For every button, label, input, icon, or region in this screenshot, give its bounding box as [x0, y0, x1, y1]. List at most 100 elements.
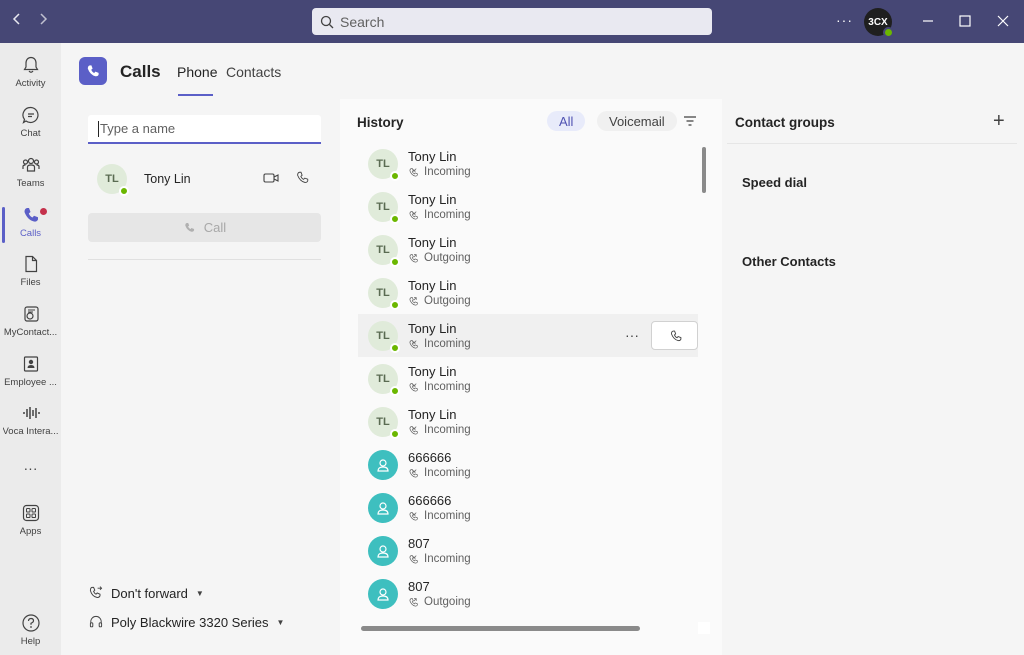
phone-icon [670, 330, 682, 341]
history-row[interactable]: TL Tony Lin Incoming ··· [358, 314, 698, 357]
caller-name: Tony Lin [408, 192, 457, 207]
avatar-initials: TL [105, 173, 119, 185]
presence-dot [390, 213, 400, 224]
audio-call-icon[interactable] [295, 170, 310, 190]
history-row[interactable]: TL Tony Lin Incoming [358, 185, 698, 228]
rail-more[interactable]: ··· [0, 451, 61, 499]
history-info: Tony Lin Incoming [408, 192, 471, 221]
history-info: 666666 Incoming [408, 493, 471, 522]
history-info: Tony Lin Outgoing [408, 235, 471, 264]
device-setting[interactable]: Poly Blackwire 3320 Series ▼ [88, 614, 284, 630]
group-other-contacts[interactable]: Other Contacts [742, 254, 836, 269]
search-icon [320, 15, 334, 28]
maximize-icon[interactable] [955, 11, 975, 31]
rail-mycontacts[interactable]: MyContact... [0, 298, 61, 346]
avatar-initials: TL [376, 372, 390, 385]
history-row[interactable]: 807 Incoming [358, 529, 698, 572]
filter-icon[interactable] [683, 114, 697, 132]
app-header: Calls Phone Contacts [61, 43, 1024, 99]
forward-arrow-icon[interactable] [34, 12, 52, 30]
history-list: TL Tony Lin Incoming TL Tony Lin Incoming TL To… [358, 142, 698, 632]
add-group-icon[interactable]: + [993, 110, 1005, 133]
history-row[interactable]: TL Tony Lin Incoming [358, 142, 698, 185]
rail-apps[interactable]: Apps [0, 497, 61, 545]
rail-teams[interactable]: Teams [0, 149, 61, 197]
video-call-icon[interactable] [263, 170, 279, 191]
presence-dot [883, 27, 894, 38]
filter-voicemail[interactable]: Voicemail [597, 111, 677, 131]
profile-avatar[interactable]: 3CX [864, 8, 894, 38]
call-status: Incoming [408, 381, 471, 393]
rail-calls[interactable]: Calls [0, 199, 61, 247]
call-label: Call [203, 220, 227, 235]
main-area: Calls Phone Contacts Type a name TL Tony… [61, 43, 1024, 655]
row-more-icon[interactable]: ··· [625, 327, 639, 343]
incoming-call-icon [409, 554, 418, 563]
incoming-call-icon [409, 382, 418, 391]
history-info: Tony Lin Incoming [408, 321, 471, 350]
call-status-label: Incoming [424, 467, 471, 479]
call-status: Outgoing [408, 295, 471, 307]
history-row[interactable]: TL Tony Lin Incoming [358, 400, 698, 443]
presence-dot [390, 299, 400, 310]
caller-name: Tony Lin [408, 278, 457, 293]
rail-chat[interactable]: Chat [0, 99, 61, 147]
rail-label: Calls [19, 228, 42, 239]
avatar-initials: TL [376, 200, 390, 213]
contact-groups-pane: Contact groups + Speed dial Other Contac… [723, 99, 1024, 655]
person-placeholder-icon [368, 578, 398, 609]
history-info: Tony Lin Incoming [408, 364, 471, 393]
horizontal-scrollbar[interactable] [361, 626, 640, 631]
presence-dot [119, 186, 129, 196]
teams-icon [21, 157, 40, 172]
history-row[interactable]: 666666 Incoming [358, 486, 698, 529]
minimize-icon[interactable] [918, 11, 938, 31]
tab-contacts[interactable]: Contacts [226, 64, 281, 80]
apps-icon [22, 504, 39, 522]
more-options-icon[interactable]: ··· [836, 12, 853, 28]
call-status: Incoming [408, 166, 471, 178]
filter-all[interactable]: All [547, 111, 586, 131]
contact-groups-title: Contact groups [735, 115, 835, 130]
rail-activity[interactable]: Activity [0, 49, 61, 97]
rail-files[interactable]: Files [0, 248, 61, 296]
person-placeholder-icon [368, 492, 398, 523]
rail-label: Help [20, 636, 41, 647]
outgoing-call-icon [409, 253, 418, 262]
employee-app-icon [23, 356, 38, 372]
call-button[interactable]: Call [88, 213, 321, 242]
rail-voca[interactable]: Voca Intera... [0, 397, 61, 445]
file-icon [24, 255, 37, 273]
search-placeholder: Search [340, 13, 385, 30]
history-row[interactable]: TL Tony Lin Outgoing [358, 228, 698, 271]
active-tab-indicator [178, 94, 213, 96]
vertical-scrollbar[interactable] [702, 147, 706, 193]
back-arrow-icon[interactable] [8, 12, 26, 30]
row-call-button[interactable] [651, 321, 698, 350]
group-speed-dial[interactable]: Speed dial [742, 175, 807, 190]
caller-name: Tony Lin [408, 149, 457, 164]
call-status: Incoming [408, 424, 471, 436]
contact-suggestion[interactable]: TL Tony Lin [88, 155, 321, 203]
history-row[interactable]: TL Tony Lin Incoming [358, 357, 698, 400]
chat-icon [21, 106, 39, 124]
chevron-down-icon: ▼ [195, 588, 204, 598]
rail-label: Chat [20, 128, 41, 139]
history-row[interactable]: 666666 Incoming [358, 443, 698, 486]
tab-phone[interactable]: Phone [177, 64, 217, 80]
incoming-call-icon [409, 339, 418, 348]
close-icon[interactable] [993, 11, 1013, 31]
name-search-field[interactable]: Type a name [88, 115, 321, 144]
history-row[interactable]: TL Tony Lin Outgoing [358, 271, 698, 314]
history-row[interactable]: 807 Outgoing [358, 572, 698, 615]
presence-dot [390, 170, 400, 181]
rail-label: Activity [15, 78, 46, 89]
scroll-corner [698, 622, 710, 634]
call-status: Incoming [408, 510, 471, 522]
search-input[interactable]: Search [312, 8, 712, 35]
person-placeholder-icon [368, 535, 398, 566]
rail-employee[interactable]: Employee ... [0, 348, 61, 396]
call-status-label: Incoming [424, 338, 471, 350]
forward-setting[interactable]: Don't forward ▼ [88, 585, 204, 601]
rail-help[interactable]: Help [0, 607, 61, 655]
